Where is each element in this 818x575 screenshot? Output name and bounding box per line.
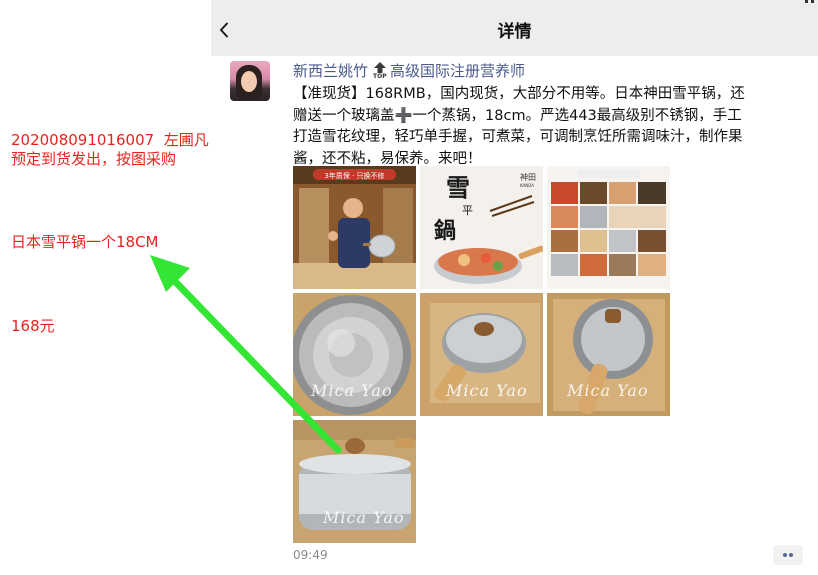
more-button[interactable] [773,545,803,565]
author-title[interactable]: 高级国际注册营养师 [390,62,525,80]
svg-text:鍋: 鍋 [434,218,456,244]
order-instruction-text: 预定到货发出，按图采购 [11,150,177,168]
watermark-text: Mica Yao [323,508,405,527]
recipe-collage-image [547,166,670,289]
moment-post: 新西兰姚竹 TOP 高级国际注册营养师 【准现货】168RMB，国内现货，大部分… [211,56,818,575]
top-badge-icon: TOP [372,62,388,80]
watermark-text: Mica Yao [446,381,528,400]
more-dots-icon [789,553,793,557]
promo-banner-text: 3年质保 · 只换不修 [324,171,384,180]
author-avatar[interactable] [230,61,270,101]
brand-text: 神田 [520,172,536,182]
author-name[interactable]: 新西兰姚竹 [293,62,368,80]
svg-text:雪: 雪 [446,173,470,202]
svg-text:平: 平 [462,204,473,217]
photo-4[interactable]: Mica Yao [293,293,416,416]
brand-en-text: KANDA [520,183,534,188]
author-line: 新西兰姚竹 TOP 高级国际注册营养师 [293,62,525,80]
phone-screen: 详情 新西兰姚竹 TOP 高级国际注册营养师 【准现货】168RMB，国内现货，… [211,0,818,575]
photo-1[interactable]: 3年质保 · 只换不修 [293,166,416,289]
photo-6[interactable]: Mica Yao [547,293,670,416]
post-text: 【准现货】168RMB，国内现货，大部分不用等。日本神田雪平锅，还赠送一个玻璃盖… [293,86,745,167]
watermark-text: Mica Yao [567,381,649,400]
top-badge-label: TOP [373,73,387,80]
order-note: 202008091016007 左圃凡 预定到货发出，按图采购 [11,131,209,169]
page-title: 详情 [497,22,532,42]
post-time: 09:49 [293,548,328,562]
product-poster-image: 雪 平 鍋 神田 KANDA [420,166,543,289]
photo-2[interactable]: 雪 平 鍋 神田 KANDA [420,166,543,289]
photo-7[interactable]: Mica Yao [293,420,416,543]
item-note: 日本雪平锅一个18CM [11,233,159,251]
order-number-text: 202008091016007 左圃凡 [11,131,209,149]
product-promo-image: 3年质保 · 只换不修 [293,166,416,289]
watermark-text: Mica Yao [311,381,393,400]
photo-5[interactable]: Mica Yao [420,293,543,416]
photo-3[interactable] [547,166,670,289]
nav-bar: 详情 [211,0,818,56]
price-note: 168元 [11,317,55,335]
more-dots-icon [783,553,787,557]
